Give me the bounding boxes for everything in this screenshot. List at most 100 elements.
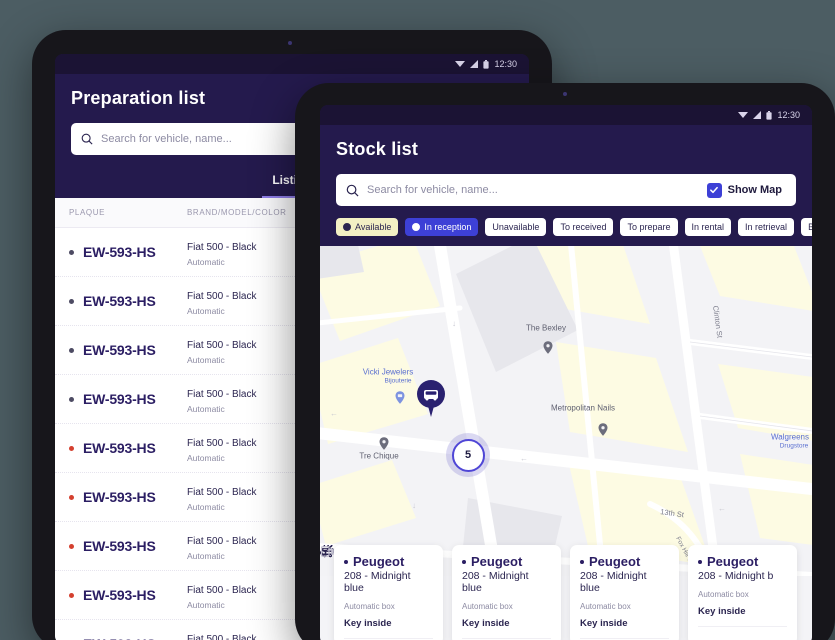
map-pin-icon[interactable] — [598, 423, 608, 436]
svg-text:←: ← — [520, 454, 528, 463]
map-view[interactable]: Clinton St 13th St Fox Hill Ct ↓ ← ← ↓ ← T… — [320, 246, 812, 640]
filter-chip-unavailable[interactable]: Unavailable — [485, 218, 547, 236]
cell-transmission: Automatic — [187, 355, 225, 365]
card-key-label: Key inside — [580, 618, 628, 629]
cell-model: Fiat 500 - Black — [187, 634, 257, 640]
battery-icon — [483, 59, 490, 69]
map-label-walgreens: Walgreens — [771, 432, 809, 442]
card-transmission: Automatic box — [580, 602, 631, 611]
cell-plaque: EW-593-HS — [83, 293, 156, 309]
filter-chip-label: To received — [560, 222, 607, 232]
fuel-card-icon[interactable] — [320, 545, 335, 558]
map-cluster-marker[interactable]: 5 — [446, 433, 490, 477]
card-model: 208 - Midnight b — [698, 570, 774, 582]
cell-plaque: EW-593-HS — [83, 538, 156, 554]
card-brand-row: Peugeot — [580, 554, 669, 569]
cell-plaque: EW-593-HS — [83, 489, 156, 505]
filter-chip-in-rental[interactable]: In rental — [684, 218, 732, 236]
filter-chip-booked[interactable]: Booked — [801, 218, 812, 236]
filter-chip-label: In rental — [691, 222, 725, 232]
search-input-stock[interactable]: Search for vehicle, name... Show Map — [336, 174, 796, 206]
svg-text:←: ← — [718, 504, 726, 513]
status-dot-icon — [698, 559, 702, 564]
card-brand-row: Peugeot — [344, 554, 433, 569]
card-transmission: Automatic box — [698, 590, 749, 599]
vehicle-card[interactable]: Peugeot 208 - Midnight blue Automatic bo… — [320, 545, 679, 640]
column-header-plaque: PLAQUE — [69, 208, 106, 217]
cell-plaque: EW-593-HS — [83, 342, 156, 358]
map-label-vicki-jewelers: Vicki Jewelers — [362, 367, 414, 377]
column-header-brand-model-color: BRAND/MODEL/COLOR — [187, 208, 287, 217]
cell-plaque: EW-593-HS — [83, 587, 156, 603]
card-key-row: Key inside — [320, 545, 433, 629]
checkbox-checked-icon[interactable] — [706, 182, 722, 198]
check-dot-icon — [343, 223, 351, 231]
map-pin-icon[interactable] — [395, 391, 405, 404]
cell-model: Fiat 500 - Black — [187, 389, 257, 400]
cell-plaque: EW-593-HS — [83, 244, 156, 260]
status-dot-icon — [69, 592, 74, 598]
cell-model: Fiat 500 - Black — [187, 487, 257, 498]
status-dot-icon — [69, 396, 74, 402]
search-placeholder-stock: Search for vehicle, name... — [367, 184, 498, 196]
cell-transmission: Automatic — [187, 600, 225, 610]
status-dot-icon — [344, 559, 348, 564]
cell-model: Fiat 500 - Black — [187, 438, 257, 449]
filter-chip-label: In retrieval — [745, 222, 788, 232]
status-dot-icon — [69, 249, 74, 255]
filter-chip-to-received[interactable]: To received — [553, 218, 614, 236]
tablet-device-front: 12:30 Stock list Search for vehicle, nam… — [295, 83, 835, 640]
cell-transmission: Automatic — [187, 551, 225, 561]
cell-transmission: Automatic — [187, 257, 225, 267]
status-dot-icon — [69, 494, 74, 500]
filter-chip-label: Unavailable — [492, 222, 540, 232]
card-model: 208 - Midnight blue — [344, 570, 411, 594]
cell-transmission: Automatic — [187, 453, 225, 463]
status-dot-icon — [69, 347, 74, 353]
filter-chip-label: Booked — [808, 222, 812, 232]
stock-search-row: Search for vehicle, name... Show Map — [336, 174, 796, 206]
front-camera-icon — [563, 92, 567, 96]
page-title-stock: Stock list — [336, 139, 419, 159]
stock-header: Stock list Search for vehicle, name... S… — [320, 125, 812, 208]
card-transmission: Automatic box — [344, 602, 395, 611]
filter-chip-in-reception[interactable]: In reception — [405, 218, 479, 236]
cell-plaque: EW-593-HS — [83, 391, 156, 407]
status-filter-chips: Available In reception Unavailable To re… — [320, 208, 812, 246]
card-brand: Peugeot — [589, 554, 641, 569]
vehicle-card[interactable]: Peugeot 208 - Midnight blue Automatic bo… — [320, 545, 443, 640]
card-brand-row: Peugeot — [462, 554, 551, 569]
status-bar-front: 12:30 — [320, 105, 812, 125]
filter-chip-in-retrieval[interactable]: In retrieval — [738, 218, 795, 236]
filter-chip-to-prepare[interactable]: To prepare — [620, 218, 678, 236]
card-model: 208 - Midnight blue — [580, 570, 647, 594]
map-pin-icon[interactable] — [543, 341, 553, 354]
filter-chip-label: Available — [355, 222, 392, 232]
map-pin-icon[interactable] — [379, 437, 389, 450]
status-dot-icon — [580, 559, 584, 564]
search-placeholder-preparation: Search for vehicle, name... — [101, 133, 232, 145]
cell-model: Fiat 500 - Black — [187, 536, 257, 547]
card-brand: Peugeot — [471, 554, 523, 569]
cell-model: Fiat 500 - Black — [187, 340, 257, 351]
show-map-toggle[interactable]: Show Map — [706, 182, 786, 198]
vehicle-card[interactable]: Peugeot 208 - Midnight b Automatic box K… — [320, 545, 797, 640]
card-key-row: Key inside — [320, 545, 787, 617]
card-key-label: Key inside — [698, 606, 746, 617]
wifi-icon — [455, 61, 466, 67]
cell-transmission: Automatic — [187, 502, 225, 512]
map-label-tre-chique: Tre Chique — [359, 451, 399, 461]
vehicle-card-list: Peugeot 208 - Midnight blue Automatic bo… — [320, 545, 812, 640]
status-dot-icon — [69, 543, 74, 549]
cluster-count: 5 — [451, 438, 485, 472]
status-bar-time: 12:30 — [494, 59, 517, 69]
map-label-the-bexley: The Bexley — [525, 323, 567, 333]
filter-chip-available[interactable]: Available — [336, 218, 399, 236]
cell-model: Fiat 500 - Black — [187, 291, 257, 302]
status-bar-back: 12:30 — [55, 54, 529, 74]
vehicle-card[interactable]: Peugeot 208 - Midnight blue Automatic bo… — [320, 545, 561, 640]
car-pin-icon[interactable] — [416, 379, 446, 417]
svg-text:←: ← — [330, 409, 338, 418]
card-icon-row — [321, 545, 787, 633]
filter-chip-label: In reception — [424, 222, 472, 232]
